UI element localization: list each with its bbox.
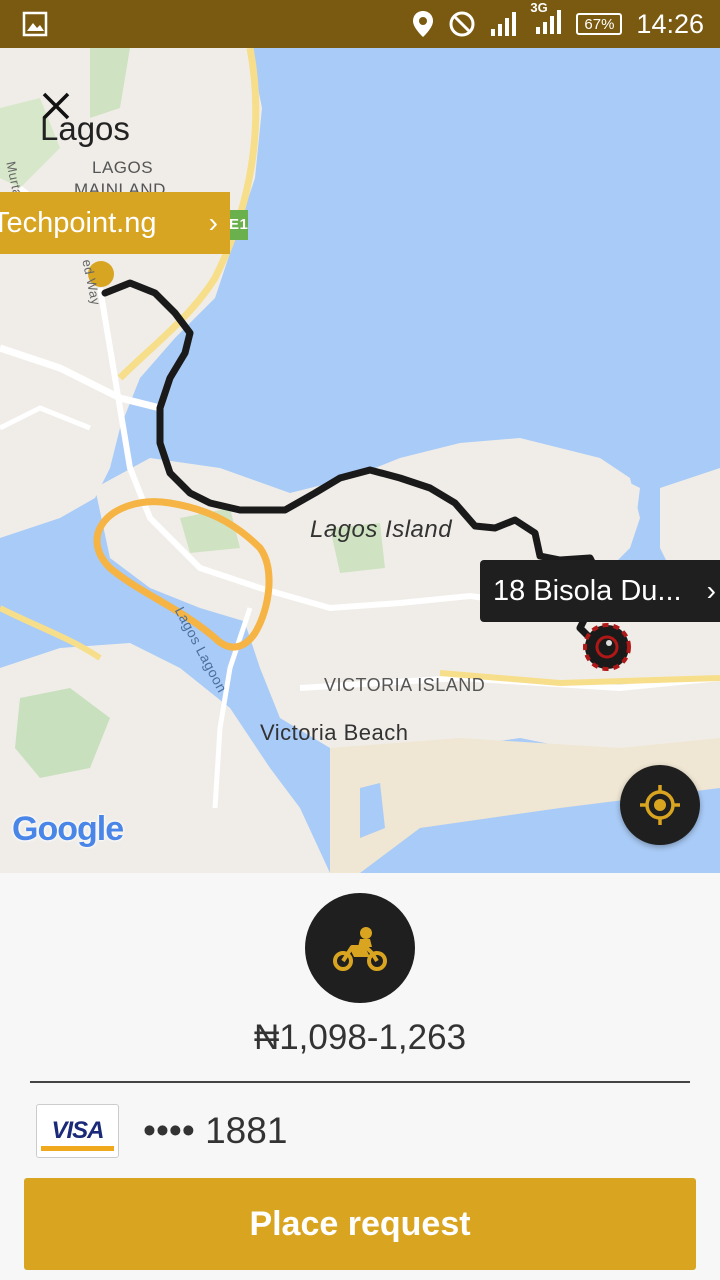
motorcycle-icon (333, 927, 387, 971)
destination-marker (583, 623, 631, 671)
place-request-button[interactable]: Place request (24, 1178, 696, 1270)
pickup-location-label: Techpoint.ng (0, 206, 157, 239)
google-logo: Google (12, 810, 124, 849)
lagos-island-label: Lagos Island (310, 516, 453, 543)
vehicle-type-button[interactable] (305, 893, 415, 1003)
payment-method-row[interactable]: VISA •••• 1881 (36, 1103, 287, 1159)
my-location-button[interactable] (620, 765, 700, 845)
google-wordmark: Google (12, 810, 124, 848)
pickup-location-tag[interactable]: Techpoint.ng › (0, 192, 230, 254)
close-icon[interactable] (38, 88, 74, 124)
crosshair-icon (640, 785, 680, 825)
destination-location-label: 18 Bisola Du... (493, 574, 682, 607)
fare-estimate: ₦1,098-1,263 (253, 1018, 467, 1057)
card-number: •••• 1881 (143, 1110, 288, 1151)
clock: 14:26 (636, 8, 704, 39)
ride-request-panel: ₦1,098-1,263 VISA •••• 1881 Place reques… (0, 873, 720, 1280)
status-bar: 3G 67% 14:26 (0, 0, 720, 48)
visa-card-icon: VISA (36, 1104, 119, 1158)
destination-location-tag[interactable]: 18 Bisola Du... › (480, 560, 720, 622)
battery-icon: 67% (576, 13, 623, 35)
network-type: 3G (530, 0, 548, 15)
card-stripe (41, 1146, 114, 1151)
signal-icon (491, 12, 517, 36)
chevron-right-icon: › (208, 207, 218, 238)
highway-shield-label: E1 (229, 216, 249, 233)
battery-level: 67% (584, 15, 615, 33)
card-brand: VISA (51, 1117, 104, 1144)
do-not-disturb-icon (449, 11, 475, 37)
victoria-beach-label: Victoria Beach (260, 720, 409, 745)
signal-3g-icon: 3G (530, 1, 562, 40)
divider (30, 1081, 690, 1083)
chevron-right-icon: › (706, 575, 716, 606)
image-icon (22, 11, 48, 37)
map[interactable]: Lagos LAGOS MAINLAND Murtala ed Way E1 L… (0, 48, 720, 873)
location-icon (413, 11, 434, 37)
mainland-label-1: LAGOS (92, 158, 154, 177)
victoria-island-label: VICTORIA ISLAND (324, 675, 486, 695)
